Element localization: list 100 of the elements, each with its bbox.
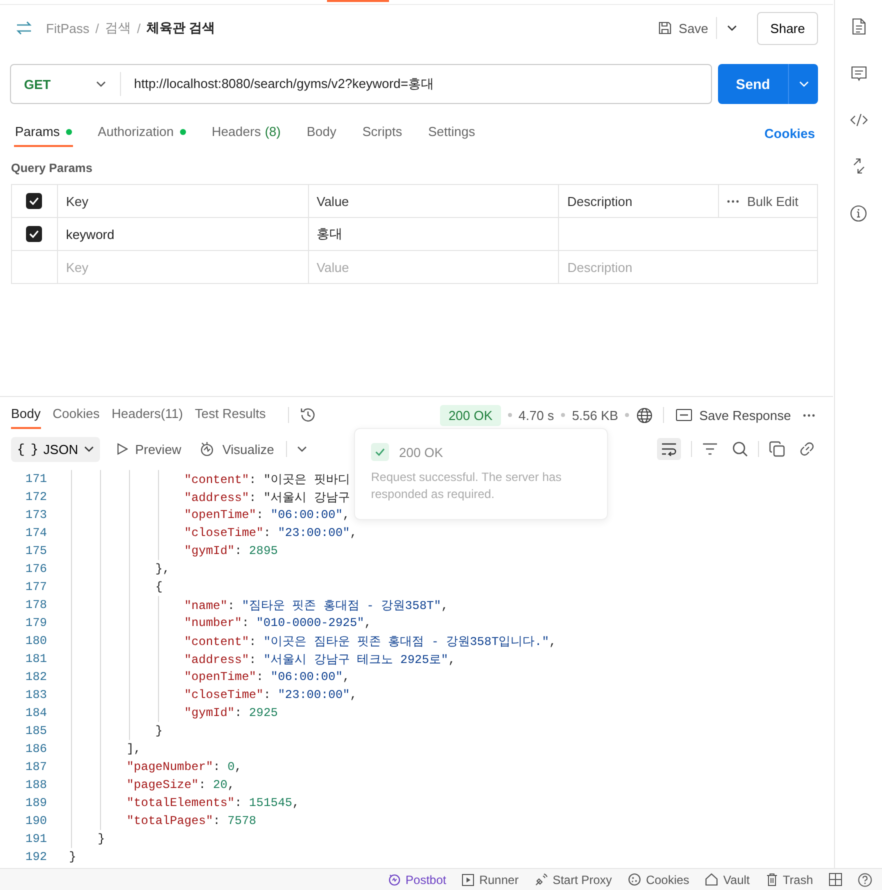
arrows-icon[interactable] — [852, 158, 866, 174]
breadcrumb-separator: / — [95, 20, 99, 36]
visualize-button[interactable]: Visualize — [197, 439, 276, 459]
dot-icon — [560, 413, 565, 417]
line-number: 181 — [24, 652, 48, 666]
save-button[interactable]: Save — [648, 16, 716, 40]
response-tab[interactable]: Cookies — [52, 401, 100, 429]
format-dropdown[interactable]: { } JSON — [11, 436, 100, 462]
line-number: 190 — [24, 814, 48, 828]
line-number: 171 — [24, 472, 48, 486]
more-icon[interactable] — [803, 414, 815, 416]
bulk-edit-link[interactable]: Bulk Edit — [747, 194, 798, 208]
copy-icon[interactable] — [769, 441, 785, 457]
code-line: "address": "서울시 강남구 테크노 2925로", — [183, 652, 456, 668]
checkmark-icon — [29, 230, 40, 238]
save-icon — [656, 20, 673, 36]
caret-icon[interactable] — [297, 446, 308, 452]
comment-icon[interactable] — [850, 66, 866, 82]
request-tab[interactable]: Scripts — [361, 119, 404, 147]
globe-icon[interactable] — [636, 406, 654, 424]
param-value[interactable]: 홍대 — [316, 225, 343, 243]
code-line: "name": "짐타운 핏존 홍대점 - 강원358T", — [183, 598, 448, 614]
share-button[interactable]: Share — [757, 12, 818, 44]
document-icon[interactable] — [852, 18, 866, 35]
status-badge: 200 OK — [440, 404, 501, 426]
history-icon[interactable] — [298, 406, 317, 424]
code-line: "closeTime": "23:00:00", — [183, 688, 358, 702]
code-line: ], — [126, 742, 142, 756]
line-number: 184 — [24, 706, 48, 720]
request-tab[interactable]: Settings — [427, 119, 476, 147]
play-icon — [116, 443, 128, 455]
line-number: 186 — [24, 742, 48, 756]
code-line: "totalPages": 7578 — [126, 814, 256, 828]
request-tab[interactable]: Headers (8) — [210, 119, 282, 147]
footer-item[interactable]: Runner — [462, 872, 519, 886]
code-line: "pageNumber": 0, — [126, 760, 242, 774]
response-tab[interactable]: Body — [11, 401, 41, 429]
breadcrumb-separator: / — [136, 20, 141, 36]
param-key[interactable]: keyword — [66, 226, 114, 242]
request-tab[interactable]: Params — [14, 119, 73, 147]
footer-item[interactable]: Cookies — [628, 872, 690, 886]
dot-icon — [508, 413, 512, 417]
bot-icon — [388, 873, 401, 886]
check-icon — [371, 443, 389, 461]
checkbox[interactable] — [26, 193, 42, 209]
code-line: "pageSize": 20, — [126, 778, 235, 792]
code-line: { — [154, 580, 163, 594]
line-number: 174 — [24, 526, 48, 540]
response-tab[interactable]: Test Results — [194, 401, 266, 429]
link-icon[interactable] — [799, 441, 815, 457]
search-icon[interactable] — [732, 441, 748, 457]
line-number: 179 — [24, 616, 48, 630]
footer-item[interactable]: Start Proxy — [534, 872, 612, 886]
column-header: Value — [316, 194, 349, 208]
dot-icon — [625, 413, 630, 417]
line-number: 180 — [24, 634, 48, 648]
more-icon[interactable] — [727, 200, 740, 202]
response-size: 5.56 KB — [572, 408, 618, 422]
request-tab[interactable]: Authorization — [96, 119, 187, 147]
line-number: 177 — [24, 580, 48, 594]
line-number: 182 — [24, 670, 48, 684]
footer-item[interactable]: Trash — [766, 872, 813, 886]
code-line: "openTime": "06:00:00", — [183, 508, 350, 522]
send-button[interactable]: Send — [718, 64, 788, 104]
footer-item[interactable]: Postbot — [388, 872, 446, 886]
checkbox[interactable] — [26, 226, 42, 242]
filter-icon[interactable] — [702, 443, 718, 455]
line-number: 192 — [24, 850, 48, 864]
line-number: 188 — [24, 778, 48, 792]
info-icon[interactable] — [850, 205, 867, 222]
code-line: "closeTime": "23:00:00", — [183, 526, 358, 540]
footer-item[interactable]: Vault — [705, 872, 750, 886]
wrap-lines-button[interactable] — [657, 438, 681, 460]
layout-icon[interactable] — [829, 873, 842, 886]
code-line: } — [69, 850, 76, 864]
trash-icon — [766, 873, 778, 886]
method-dropdown[interactable]: GET — [11, 72, 121, 96]
code-icon[interactable] — [850, 113, 868, 127]
code-line: "content": "이곳은 짐타운 핏존 홍대점 - 강원358T입니다.", — [183, 634, 556, 650]
wrap-icon — [661, 442, 677, 456]
column-header: Key — [66, 194, 88, 208]
cookies-link[interactable]: Cookies — [764, 126, 815, 140]
code-line: "openTime": "06:00:00", — [183, 670, 350, 684]
code-line: } — [154, 724, 163, 738]
play-icon — [462, 874, 474, 886]
line-number: 191 — [24, 832, 48, 846]
help-icon[interactable] — [858, 872, 872, 886]
caret-icon — [727, 25, 738, 31]
code-line: "number": "010-0000-2925", — [183, 616, 372, 630]
house-icon — [705, 873, 718, 886]
code-line: }, — [154, 562, 170, 576]
request-tab[interactable]: Body — [306, 119, 338, 147]
code-line: "address": "서울시 강남구 — [183, 490, 350, 506]
line-number: 176 — [24, 562, 48, 576]
caret-icon — [798, 81, 808, 87]
save-response-button[interactable]: Save Response — [674, 406, 793, 424]
response-tab[interactable]: Headers(11) — [112, 401, 183, 429]
preview-button[interactable]: Preview — [114, 440, 184, 458]
url-bar[interactable]: GET http://localhost:8080/search/gyms/v2?keyword=홍대 — [10, 64, 712, 104]
code-line: "content": "이곳은 핏바디 — [183, 472, 350, 488]
